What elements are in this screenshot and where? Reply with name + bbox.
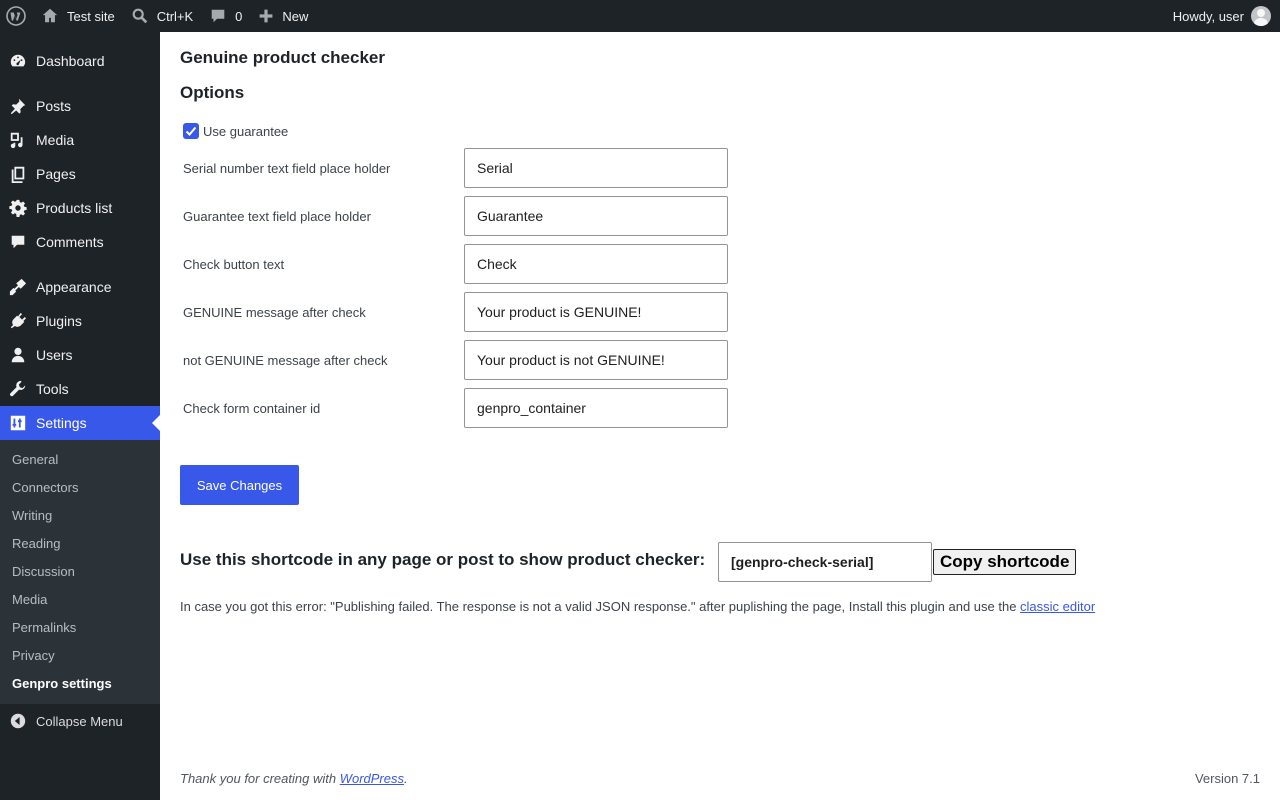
serial-placeholder-input[interactable] xyxy=(464,148,728,188)
save-changes-button[interactable]: Save Changes xyxy=(180,465,299,505)
menu-item-tools[interactable]: Tools xyxy=(0,372,160,406)
menu-label-users: Users xyxy=(36,347,73,363)
menu-label-comments: Comments xyxy=(36,234,104,250)
settings-submenu: General Connectors Writing Reading Discu… xyxy=(0,440,160,704)
my-account-menu[interactable]: Howdy, user xyxy=(1165,0,1280,32)
submenu-item-privacy[interactable]: Privacy xyxy=(12,648,55,663)
genuine-message-input[interactable] xyxy=(464,292,728,332)
collapse-menu-button[interactable]: Collapse Menu xyxy=(0,704,160,738)
submenu-item-connectors[interactable]: Connectors xyxy=(12,480,78,495)
use-guarantee-checkbox[interactable] xyxy=(183,123,199,139)
menu-label-settings: Settings xyxy=(36,415,87,431)
search-shortcut-label: Ctrl+K xyxy=(156,8,194,24)
submenu-item-general[interactable]: General xyxy=(12,452,58,467)
wordpress-logo-icon xyxy=(6,6,26,26)
plug-icon xyxy=(10,312,27,329)
admin-menu: Dashboard Posts Media Pages Products lis… xyxy=(0,32,160,800)
menu-item-pages[interactable]: Pages xyxy=(0,157,160,191)
check-button-text-label: Check button text xyxy=(183,257,285,272)
menu-label-plugins: Plugins xyxy=(36,313,82,329)
serial-placeholder-label: Serial number text field place holder xyxy=(183,161,391,176)
site-name-label: Test site xyxy=(67,8,115,24)
note-text: In case you got this error: "Publishing … xyxy=(180,599,1021,614)
submenu-item-permalinks[interactable]: Permalinks xyxy=(12,620,76,635)
media-icon xyxy=(10,132,23,149)
menu-label-appearance: Appearance xyxy=(36,279,112,295)
check-button-text-input[interactable] xyxy=(464,244,728,284)
footer-thanks-text: Thank you for creating with xyxy=(180,771,340,786)
menu-item-media[interactable]: Media xyxy=(0,123,160,157)
avatar xyxy=(1251,6,1271,26)
menu-item-users[interactable]: Users xyxy=(0,338,160,372)
copy-shortcode-button[interactable]: Copy shortcode xyxy=(933,549,1077,575)
shortcode-field[interactable] xyxy=(718,542,932,582)
new-content-button[interactable]: New xyxy=(250,0,316,32)
checkmark-icon xyxy=(185,126,197,136)
menu-item-appearance[interactable]: Appearance xyxy=(0,270,160,304)
command-search-button[interactable]: Ctrl+K xyxy=(123,0,201,32)
guarantee-placeholder-label: Guarantee text field place holder xyxy=(183,209,371,224)
sliders-icon xyxy=(10,415,26,431)
admin-bar: Test site Ctrl+K 0 New Howdy, user xyxy=(0,0,1280,32)
classic-editor-link[interactable]: classic editor xyxy=(1020,599,1095,614)
genuine-message-label: GENUINE message after check xyxy=(183,305,366,320)
section-title: Options xyxy=(180,83,245,102)
guarantee-placeholder-input[interactable] xyxy=(464,196,728,236)
menu-item-settings[interactable]: Settings xyxy=(0,406,160,440)
collapse-menu-label: Collapse Menu xyxy=(36,713,123,729)
gear-icon xyxy=(9,199,27,217)
menu-item-plugins[interactable]: Plugins xyxy=(0,304,160,338)
shortcode-heading: Use this shortcode in any page or post t… xyxy=(180,550,706,569)
comments-count: 0 xyxy=(235,8,243,24)
site-name-link[interactable]: Test site xyxy=(33,0,123,32)
new-label: New xyxy=(282,8,309,24)
menu-label-media: Media xyxy=(36,132,75,148)
wrench-icon xyxy=(9,380,26,397)
menu-item-dashboard[interactable]: Dashboard xyxy=(0,44,160,78)
submenu-item-discussion[interactable]: Discussion xyxy=(12,564,75,579)
comment-icon xyxy=(11,235,25,249)
use-guarantee-label: Use guarantee xyxy=(203,123,289,139)
menu-label-posts: Posts xyxy=(36,98,72,114)
user-icon xyxy=(11,347,25,363)
menu-label-products-list: Products list xyxy=(36,200,113,216)
use-guarantee-option[interactable]: Use guarantee xyxy=(183,123,288,139)
brush-icon xyxy=(9,278,27,296)
footer-period: . xyxy=(404,771,408,786)
wordpress-link[interactable]: WordPress xyxy=(340,771,404,786)
submenu-item-genpro-settings[interactable]: Genpro settings xyxy=(12,676,112,691)
footer-thanks: Thank you for creating with WordPress. xyxy=(180,771,408,786)
home-icon xyxy=(42,8,58,23)
json-error-note: In case you got this error: "Publishing … xyxy=(180,599,1095,614)
version-label: Version 7.1 xyxy=(1194,771,1260,786)
not-genuine-message-input[interactable] xyxy=(464,340,728,380)
container-id-input[interactable] xyxy=(464,388,728,428)
menu-item-comments[interactable]: Comments xyxy=(0,225,160,259)
submenu-item-writing[interactable]: Writing xyxy=(12,508,52,523)
page-title: Genuine product checker xyxy=(180,48,385,67)
menu-item-posts[interactable]: Posts xyxy=(0,89,160,123)
collapse-arrow-icon xyxy=(10,713,26,729)
plus-icon xyxy=(260,9,273,23)
not-genuine-message-label: not GENUINE message after check xyxy=(183,353,388,368)
submenu-item-reading[interactable]: Reading xyxy=(12,536,60,551)
search-icon xyxy=(132,8,147,24)
wordpress-logo-button[interactable] xyxy=(0,0,33,32)
greeting-label: Howdy, user xyxy=(1172,8,1244,24)
menu-item-products-list[interactable]: Products list xyxy=(0,191,160,225)
menu-label-tools: Tools xyxy=(36,381,69,397)
pages-icon xyxy=(11,166,25,183)
container-id-label: Check form container id xyxy=(183,401,321,416)
menu-label-pages: Pages xyxy=(36,166,76,182)
submenu-item-media[interactable]: Media xyxy=(12,592,47,607)
dashboard-icon xyxy=(10,54,26,67)
menu-label-dashboard: Dashboard xyxy=(36,53,105,69)
pin-icon xyxy=(10,98,26,115)
comment-icon xyxy=(211,9,225,23)
comments-button[interactable]: 0 xyxy=(201,0,250,32)
